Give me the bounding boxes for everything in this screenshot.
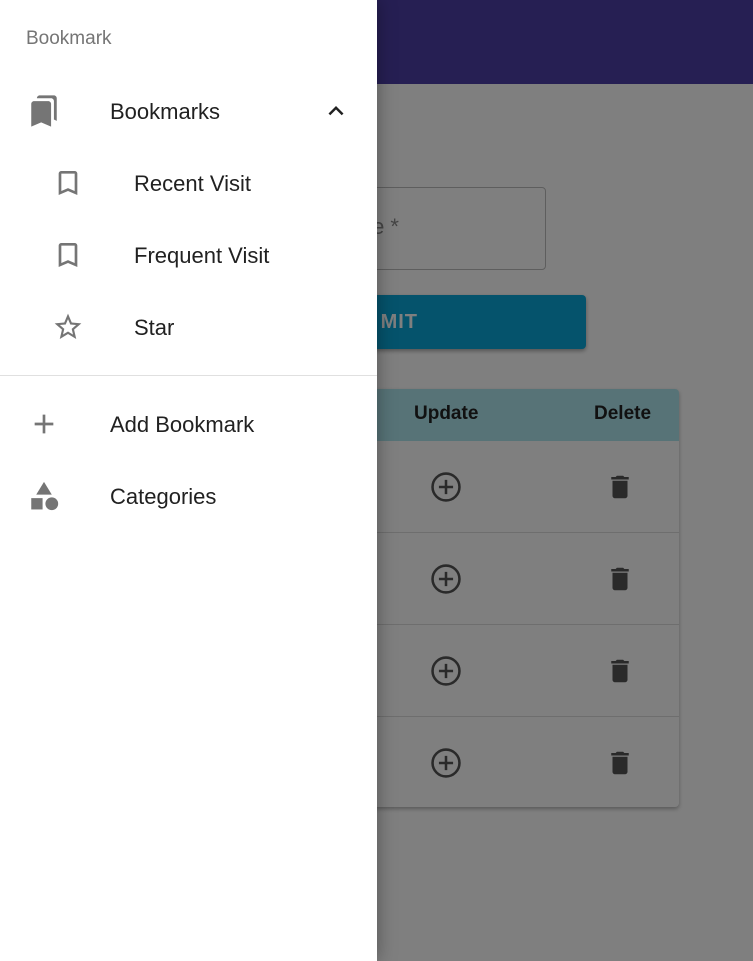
nav-item-label: Bookmarks [110, 99, 221, 124]
drawer-header: Bookmark [26, 28, 112, 49]
nav-item-label: Add Bookmark [110, 412, 255, 437]
bookmark-outline-icon [50, 237, 86, 273]
category-icon [26, 478, 62, 514]
nav-item-label: Frequent Visit [134, 243, 270, 268]
drawer-divider [0, 375, 377, 376]
nav-item-label: Recent Visit [134, 171, 251, 196]
star-outline-icon [50, 309, 86, 345]
navigation-drawer: Bookmark Bookmarks Recent Visit Frequent… [0, 0, 377, 961]
add-icon [26, 406, 62, 442]
nav-item-label: Categories [110, 484, 217, 509]
bookmarks-icon [26, 93, 62, 129]
nav-item-recent-visit[interactable]: Recent Visit [0, 147, 377, 219]
bookmark-outline-icon [50, 165, 86, 201]
nav-item-frequent-visit[interactable]: Frequent Visit [0, 219, 377, 291]
nav-item-add-bookmark[interactable]: Add Bookmark [0, 388, 377, 460]
chevron-up-icon[interactable] [318, 93, 354, 129]
nav-item-bookmarks[interactable]: Bookmarks [0, 75, 377, 147]
nav-item-star[interactable]: Star [0, 291, 377, 363]
nav-item-label: Star [134, 315, 175, 340]
nav-item-categories[interactable]: Categories [0, 460, 377, 532]
